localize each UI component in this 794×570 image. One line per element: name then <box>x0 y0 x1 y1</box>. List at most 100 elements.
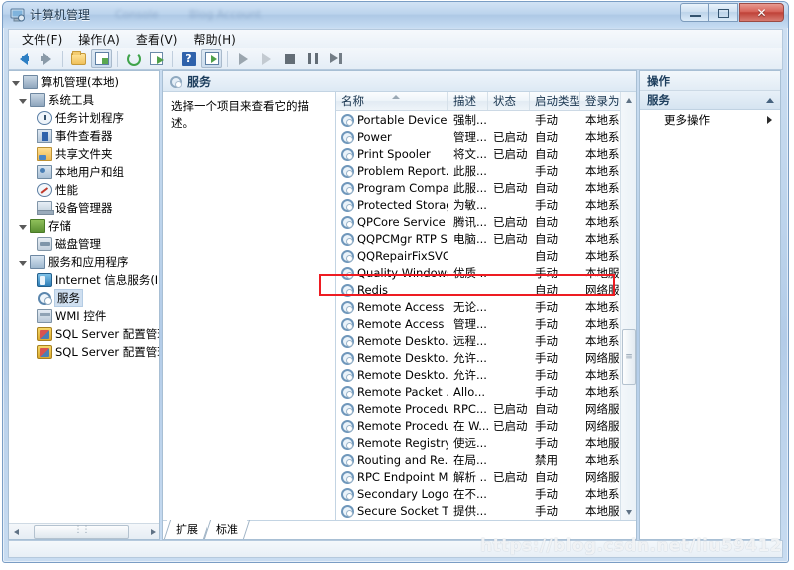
scroll-right-button[interactable] <box>146 524 159 539</box>
cell-text: 自动 <box>535 231 558 246</box>
services-list-header: 名称 描述 状态 启动类型 登录为 <box>336 92 636 111</box>
help-icon[interactable]: ? <box>178 49 199 68</box>
action-more-actions[interactable]: 更多操作 <box>640 110 780 130</box>
up-folder-icon[interactable] <box>68 49 89 68</box>
column-header-0[interactable]: 名称 <box>336 92 448 110</box>
tree-node-7[interactable]: 设备管理器 <box>9 199 159 217</box>
tree-node-13[interactable]: WMI 控件 <box>9 307 159 325</box>
table-row[interactable]: Print Spooler 将文... 已启动 自动 本地系统 <box>336 145 636 162</box>
cell-text: Remote Access ... <box>357 299 448 314</box>
tree-node-0[interactable]: 算机管理(本地) <box>9 73 159 91</box>
tab-0[interactable]: 扩展 <box>167 520 207 539</box>
tree-node-5[interactable]: 本地用户和组 <box>9 163 159 181</box>
title-bar[interactable]: 计算机管理 Console Blog Account ✕ <box>3 2 788 28</box>
cell-desc: 优质 ... <box>448 265 488 281</box>
title-faded-text-1: Console <box>115 8 159 21</box>
table-row[interactable]: Program Compa...此服...已启动自动本地系统 <box>336 179 636 196</box>
table-row[interactable]: QQPCMgr RTP S...电脑...已启动自动本地系统 <box>336 230 636 247</box>
table-row[interactable]: Remote Procedu...在 W...已启动手动网络服务 <box>336 417 636 434</box>
refresh-icon[interactable] <box>123 49 144 68</box>
table-row[interactable]: Remote Deskto... 允许... 手动 本地系统 <box>336 366 636 383</box>
cell-startup: 手动 <box>530 367 580 383</box>
table-row[interactable]: Remote Access ...无论...手动本地系统 <box>336 298 636 315</box>
actions-group-services[interactable]: 服务 <box>640 91 780 110</box>
show-action-pane-icon[interactable] <box>201 49 222 68</box>
table-row[interactable]: Secure Socket T...提供...手动本地服务 <box>336 502 636 519</box>
cell-desc: 此服... <box>448 163 488 179</box>
cell-desc: 允许... <box>448 350 488 366</box>
table-row[interactable]: RPC Endpoint M...解析 ...已启动自动网络服务 <box>336 468 636 485</box>
computer-icon <box>23 75 38 89</box>
cell-status: 已启动 <box>488 418 530 434</box>
tree-node-11[interactable]: Internet 信息服务(IIS)管理器 <box>9 271 159 289</box>
table-row[interactable]: Remote Deskto... 允许... 手动 网络服务 <box>336 349 636 366</box>
cell-status: 已启动 <box>488 214 530 230</box>
collapse-caret-icon[interactable] <box>766 97 774 103</box>
table-row[interactable]: Secondary Logon 在不... 手动 本地系统 <box>336 485 636 502</box>
disk-management-icon <box>37 237 52 251</box>
close-button[interactable]: ✕ <box>739 3 784 22</box>
tree-node-8[interactable]: 存储 <box>9 217 159 235</box>
cell-text: 在不... <box>453 486 487 501</box>
table-row[interactable]: Quality Windows...优质 ...手动本地服务 <box>336 264 636 281</box>
show-hide-console-tree-icon[interactable] <box>91 49 112 68</box>
local-users-icon <box>37 165 52 179</box>
column-header-1[interactable]: 描述 <box>448 92 488 110</box>
tree-twisty-none <box>25 275 36 286</box>
table-row[interactable]: Problem Report... 此服... 手动 本地系统 <box>336 162 636 179</box>
services-list-vertical-scrollbar[interactable] <box>620 92 636 520</box>
tab-1[interactable]: 标准 <box>207 520 247 539</box>
table-row[interactable]: Remote Procedu...RPC...已启动自动网络服务 <box>336 400 636 417</box>
tree-expand-icon[interactable] <box>18 95 29 106</box>
forward-arrow-icon[interactable] <box>36 49 57 68</box>
menu-view[interactable]: 查看(V) <box>128 30 186 49</box>
column-header-3[interactable]: 启动类型 <box>530 92 580 110</box>
menu-action[interactable]: 操作(A) <box>70 30 128 49</box>
tree-node-10[interactable]: 服务和应用程序 <box>9 253 159 271</box>
minimize-button[interactable] <box>680 3 709 22</box>
tree-node-15[interactable]: SQL Server 配置管理器 <box>9 343 159 361</box>
tree-node-9[interactable]: 磁盘管理 <box>9 235 159 253</box>
tree-node-14[interactable]: SQL Server 配置管理器 <box>9 325 159 343</box>
tree-horizontal-scrollbar[interactable] <box>9 523 159 539</box>
menu-file[interactable]: 文件(F) <box>14 30 70 49</box>
services-vscroll-thumb[interactable] <box>622 329 636 385</box>
cell-desc: 允许... <box>448 367 488 383</box>
cell-name: Remote Registry <box>336 436 448 450</box>
table-row[interactable]: Portable Device ...强制...手动本地系统 <box>336 111 636 128</box>
menu-help[interactable]: 帮助(H) <box>185 30 243 49</box>
tree-node-1[interactable]: 系统工具 <box>9 91 159 109</box>
export-list-icon[interactable] <box>146 49 167 68</box>
maximize-button[interactable] <box>709 3 738 22</box>
tree-node-2[interactable]: 任务计划程序 <box>9 109 159 127</box>
table-row[interactable]: Remote Packet ... Allo... 手动 本地系统 <box>336 383 636 400</box>
tree-expand-icon[interactable] <box>18 257 29 268</box>
tree-expand-icon[interactable] <box>18 221 29 232</box>
close-icon: ✕ <box>756 5 767 20</box>
back-arrow-icon[interactable] <box>13 49 34 68</box>
tree-expand-icon[interactable] <box>11 77 22 88</box>
table-row[interactable]: Remote Registry 使远... 手动 本地服务 <box>336 434 636 451</box>
services-apps-icon <box>30 255 45 269</box>
tree-node-3[interactable]: 事件查看器 <box>9 127 159 145</box>
table-row[interactable]: Protected Storage为敏...手动本地系统 <box>336 196 636 213</box>
tree-hscroll-thumb[interactable] <box>34 524 129 539</box>
scroll-down-button[interactable] <box>621 504 636 520</box>
table-row[interactable]: Routing and Re... 在局... 禁用 本地系统 <box>336 451 636 468</box>
table-row[interactable]: Redis 自动 网络服务 <box>336 281 636 298</box>
column-header-2[interactable]: 状态 <box>488 92 530 110</box>
table-row[interactable]: QQRepairFixSVC 自动 本地系统 <box>336 247 636 264</box>
table-row[interactable]: Power 管理... 已启动 自动 本地系统 <box>336 128 636 145</box>
table-row[interactable]: Remote Deskto... 远程... 手动 本地系统 <box>336 332 636 349</box>
cell-startup: 手动 <box>530 112 580 128</box>
cell-startup: 手动 <box>530 486 580 502</box>
tree-node-6[interactable]: 性能 <box>9 181 159 199</box>
scroll-left-button[interactable] <box>9 524 24 539</box>
tree-node-label: 共享文件夹 <box>55 147 113 161</box>
table-row[interactable]: Remote Access ...管理...手动本地系统 <box>336 315 636 332</box>
scroll-up-button[interactable] <box>621 92 636 108</box>
tree-node-4[interactable]: 共享文件夹 <box>9 145 159 163</box>
table-row[interactable]: QPCore Service 腾讯... 已启动 自动 本地系统 <box>336 213 636 230</box>
tree-node-12[interactable]: 服务 <box>9 289 159 307</box>
cell-text: 自动 <box>535 214 558 229</box>
